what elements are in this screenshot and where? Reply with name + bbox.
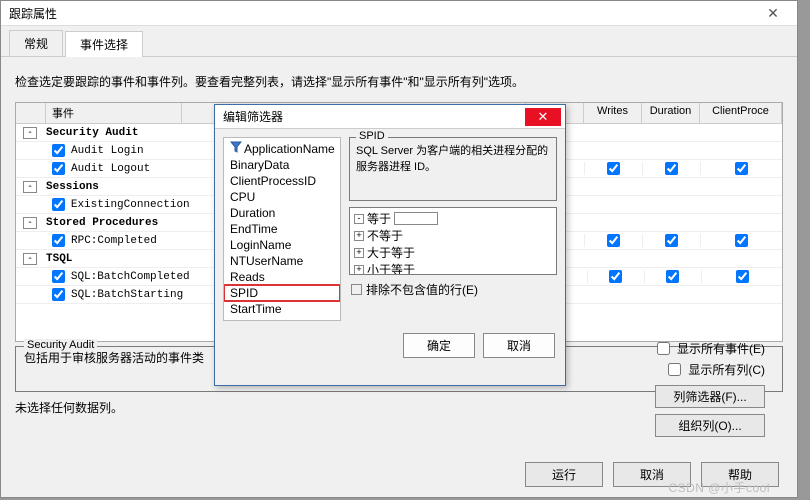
column-checkbox[interactable]	[665, 162, 678, 175]
event-label: Stored Procedures	[44, 217, 182, 229]
btn-organize-columns[interactable]: 组织列(O)...	[655, 414, 765, 437]
exclude-empty-row[interactable]: 排除不包含值的行(E)	[351, 281, 557, 298]
column-item[interactable]: TextData	[224, 317, 340, 321]
expand-icon[interactable]: +	[354, 248, 364, 258]
event-label: Security Audit	[44, 127, 182, 139]
column-checkbox[interactable]	[735, 162, 748, 175]
column-item[interactable]: ClientProcessID	[224, 173, 340, 189]
expand-icon[interactable]: +	[354, 265, 364, 275]
right-controls: 显示所有事件(E) 显示所有列(C) 列筛选器(F)... 组织列(O)...	[653, 339, 765, 437]
event-checkbox[interactable]	[52, 162, 65, 175]
btn-column-filter[interactable]: 列筛选器(F)...	[655, 385, 765, 408]
operator-item[interactable]: +小于等于	[350, 261, 556, 275]
column-checkbox[interactable]	[607, 162, 620, 175]
filter-value-input[interactable]	[394, 212, 438, 225]
operator-item[interactable]: +不等于	[350, 227, 556, 244]
column-checkbox[interactable]	[609, 270, 622, 283]
event-label: Sessions	[44, 181, 182, 193]
expand-toggle[interactable]: -	[23, 181, 37, 193]
event-label: ExistingConnection	[69, 199, 190, 211]
expand-icon[interactable]: +	[354, 231, 364, 241]
event-label: SQL:BatchStarting	[69, 289, 183, 301]
instruction-text: 检查选定要跟踪的事件和事件列。要查看完整列表，请选择"显示所有事件"和"显示所有…	[15, 73, 783, 90]
grid-header-c3[interactable]: ClientProce	[700, 103, 782, 123]
no-column-selected: 未选择任何数据列。	[15, 399, 123, 416]
column-item[interactable]: LoginName	[224, 237, 340, 253]
close-icon[interactable]: ✕	[753, 5, 793, 22]
operator-item[interactable]: -等于	[350, 210, 556, 227]
event-checkbox[interactable]	[52, 234, 65, 247]
tabs: 常规 事件选择	[1, 26, 797, 57]
column-checkbox[interactable]	[666, 270, 679, 283]
column-list[interactable]: ApplicationNameBinaryDataClientProcessID…	[223, 137, 341, 321]
exclude-checkbox[interactable]	[351, 284, 362, 295]
operator-item[interactable]: +大于等于	[350, 244, 556, 261]
column-item[interactable]: NTUserName	[224, 253, 340, 269]
field-description: SPID SQL Server 为客户端的相关进程分配的服务器进程 ID。	[349, 137, 557, 201]
column-checkbox[interactable]	[665, 234, 678, 247]
expand-toggle[interactable]: -	[23, 127, 37, 139]
modal-title: 编辑筛选器	[223, 108, 283, 125]
expand-icon[interactable]: -	[354, 214, 364, 224]
event-label: RPC:Completed	[69, 235, 182, 247]
event-label: Audit Login	[69, 145, 182, 157]
expand-toggle[interactable]: -	[23, 217, 37, 229]
column-item[interactable]: EndTime	[224, 221, 340, 237]
column-checkbox[interactable]	[607, 234, 620, 247]
help-legend: Security Audit	[24, 339, 97, 351]
column-item[interactable]: CPU	[224, 189, 340, 205]
event-label: Audit Logout	[69, 163, 182, 175]
event-checkbox[interactable]	[52, 288, 65, 301]
column-item[interactable]: Reads	[224, 269, 340, 285]
desc-label: SPID	[356, 130, 388, 142]
grid-header-c2[interactable]: Duration	[642, 103, 700, 123]
grid-header-events: 事件	[46, 103, 182, 123]
chk-show-all-cols[interactable]: 显示所有列(C)	[664, 360, 765, 379]
column-item[interactable]: ApplicationName	[224, 140, 340, 157]
column-item[interactable]: BinaryData	[224, 157, 340, 173]
column-checkbox[interactable]	[736, 270, 749, 283]
expand-toggle[interactable]: -	[23, 253, 37, 265]
event-checkbox[interactable]	[52, 198, 65, 211]
column-item[interactable]: SPID	[224, 285, 340, 301]
window-titlebar: 跟踪属性 ✕	[1, 1, 797, 26]
edit-filter-dialog: 编辑筛选器 ✕ ApplicationNameBinaryDataClientP…	[214, 104, 566, 386]
modal-close-icon[interactable]: ✕	[525, 108, 561, 126]
grid-header-c1[interactable]: Writes	[584, 103, 642, 123]
modal-titlebar: 编辑筛选器 ✕	[215, 105, 565, 129]
event-checkbox[interactable]	[52, 270, 65, 283]
watermark: CSDN @小手cool	[668, 479, 770, 496]
event-checkbox[interactable]	[52, 144, 65, 157]
tab-general[interactable]: 常规	[9, 30, 63, 56]
column-checkbox[interactable]	[735, 234, 748, 247]
modal-cancel-button[interactable]: 取消	[483, 333, 555, 358]
operator-list[interactable]: -等于+不等于+大于等于+小于等于	[349, 207, 557, 275]
column-item[interactable]: StartTime	[224, 301, 340, 317]
modal-ok-button[interactable]: 确定	[403, 333, 475, 358]
column-item[interactable]: Duration	[224, 205, 340, 221]
event-label: TSQL	[44, 253, 182, 265]
chk-show-all-events[interactable]: 显示所有事件(E)	[653, 339, 765, 358]
tab-events-selection[interactable]: 事件选择	[65, 31, 143, 57]
run-button[interactable]: 运行	[525, 462, 603, 487]
window-title: 跟踪属性	[9, 5, 57, 22]
funnel-icon	[230, 141, 242, 153]
event-label: SQL:BatchCompleted	[69, 271, 190, 283]
desc-text: SQL Server 为客户端的相关进程分配的服务器进程 ID。	[356, 142, 550, 174]
